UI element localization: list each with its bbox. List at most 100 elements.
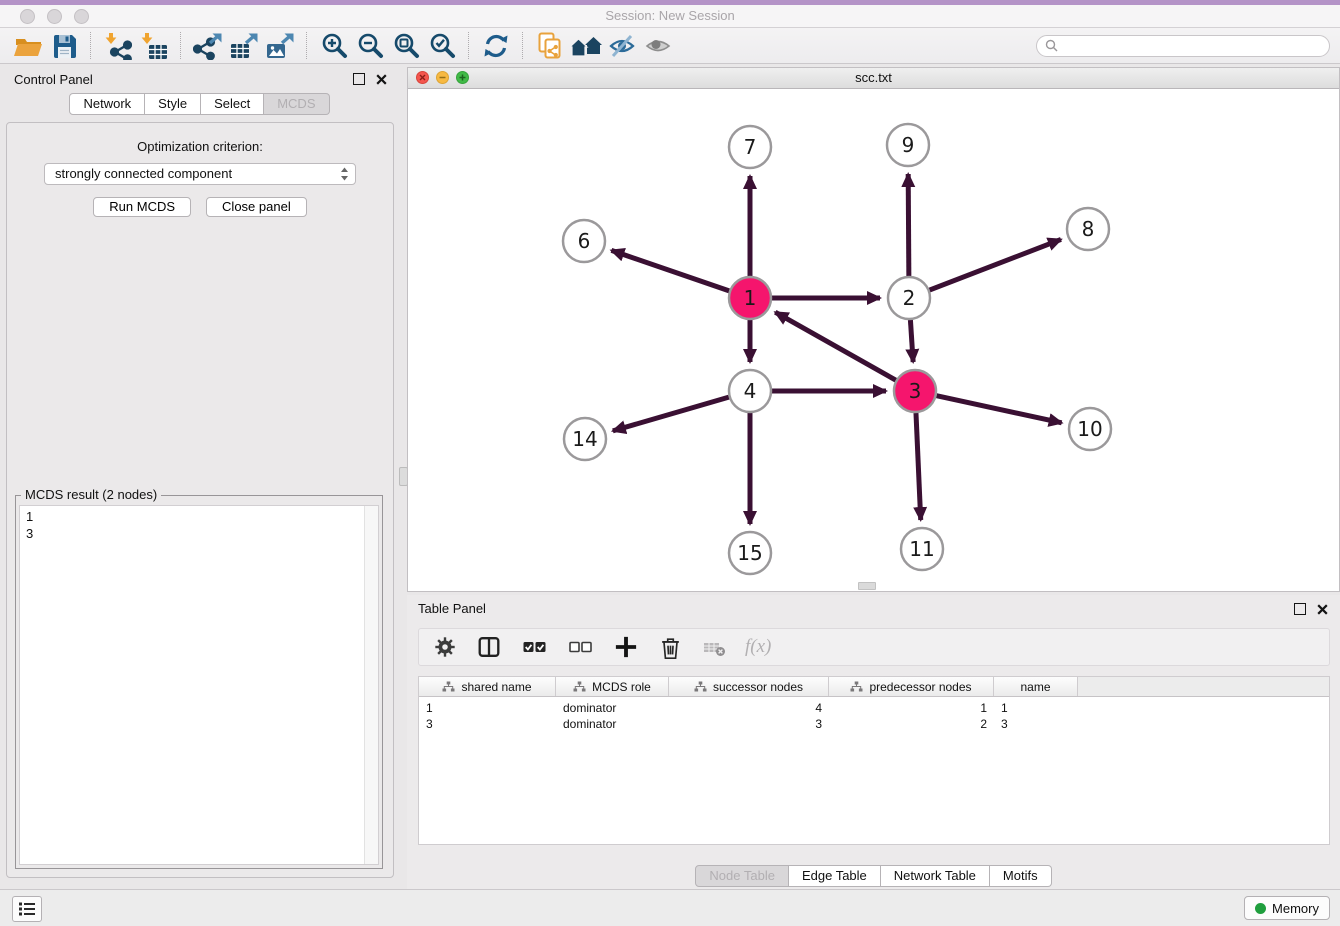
result-scrollbar[interactable]	[364, 506, 378, 864]
zoom-window-button[interactable]	[74, 9, 89, 24]
status-bar: Memory	[0, 889, 1340, 926]
window-controls[interactable]	[20, 9, 89, 24]
zoom-selected-button[interactable]	[424, 31, 460, 61]
graph-node-15[interactable]: 15	[729, 532, 771, 574]
graph-node-4[interactable]: 4	[729, 370, 771, 412]
graph-node-11[interactable]: 11	[901, 528, 943, 570]
tab-node-table[interactable]: Node Table	[695, 865, 789, 887]
minimize-network-icon[interactable]	[436, 71, 449, 84]
graph-node-3[interactable]: 3	[894, 370, 936, 412]
column-header-shared-name[interactable]: shared name	[419, 677, 556, 696]
table-cell[interactable]: 3	[419, 717, 556, 731]
canvas-resize-handle[interactable]	[858, 582, 876, 590]
delete-column-button[interactable]	[702, 632, 726, 662]
table-cell[interactable]: 2	[829, 717, 994, 731]
column-header-name[interactable]: name	[994, 677, 1078, 696]
tab-motifs[interactable]: Motifs	[990, 865, 1052, 887]
close-panel-icon[interactable]	[376, 74, 387, 85]
graph-node-10[interactable]: 10	[1069, 408, 1111, 450]
network-window-titlebar[interactable]: scc.txt	[408, 68, 1339, 89]
panel-divider[interactable]	[399, 63, 407, 890]
function-builder-button[interactable]: f(x)	[745, 632, 771, 662]
tab-style[interactable]: Style	[145, 93, 201, 115]
close-network-icon[interactable]	[416, 71, 429, 84]
graph-edge-1-6[interactable]	[611, 250, 729, 290]
export-network-button[interactable]	[190, 31, 226, 61]
maximize-network-icon[interactable]	[456, 71, 469, 84]
hide-visual-properties-button[interactable]	[604, 31, 640, 61]
trash-icon	[658, 634, 683, 661]
network-canvas[interactable]: 7 9 6 8 1 2 4 3 14 10 15 11	[408, 89, 1339, 591]
graph-edge-2-8[interactable]	[930, 239, 1061, 290]
refresh-view-button[interactable]	[478, 31, 514, 61]
delete-row-button[interactable]	[658, 632, 683, 662]
table-cell[interactable]: 4	[669, 701, 829, 715]
column-header-predecessor-nodes[interactable]: predecessor nodes	[829, 677, 994, 696]
import-network-button[interactable]	[100, 31, 136, 61]
column-header-successor-nodes[interactable]: successor nodes	[669, 677, 829, 696]
table-row[interactable]: 1dominator411	[419, 700, 1329, 716]
memory-button[interactable]: Memory	[1244, 896, 1330, 920]
table-row[interactable]: 3dominator323	[419, 716, 1329, 732]
show-visual-properties-button[interactable]	[640, 31, 676, 61]
network-graph[interactable]: 7 9 6 8 1 2 4 3 14 10 15 11	[408, 89, 1339, 591]
table-cell[interactable]: dominator	[556, 701, 669, 715]
graph-node-6[interactable]: 6	[563, 220, 605, 262]
criterion-select[interactable]: strongly connected component	[44, 163, 356, 185]
table-cell[interactable]: 1	[419, 701, 556, 715]
zoom-out-button[interactable]	[352, 31, 388, 61]
mcds-panel-body: Optimization criterion: strongly connect…	[6, 122, 394, 878]
table-cell[interactable]: dominator	[556, 717, 669, 731]
graph-node-7[interactable]: 7	[729, 126, 771, 168]
graph-node-8[interactable]: 8	[1067, 208, 1109, 250]
show-panels-button[interactable]	[12, 896, 42, 922]
import-table-icon	[140, 32, 168, 60]
graph-edge-3-1[interactable]	[775, 312, 896, 380]
graph-edge-4-14[interactable]	[613, 397, 729, 431]
add-row-button[interactable]	[613, 632, 639, 662]
table-cell[interactable]: 3	[669, 717, 829, 731]
graph-edge-3-10[interactable]	[936, 396, 1061, 423]
export-table-button[interactable]	[226, 31, 262, 61]
graph-edge-2-9[interactable]	[908, 174, 909, 276]
tab-mcds[interactable]: MCDS	[264, 93, 329, 115]
graph-edge-2-3[interactable]	[910, 320, 913, 362]
zoom-fit-button[interactable]	[388, 31, 424, 61]
select-all-columns-button[interactable]	[521, 632, 548, 662]
column-header-MCDS-role[interactable]: MCDS role	[556, 677, 669, 696]
tab-network-table[interactable]: Network Table	[881, 865, 990, 887]
close-panel-button[interactable]: Close panel	[206, 197, 307, 217]
graph-node-1[interactable]: 1	[729, 277, 771, 319]
float-table-panel-icon[interactable]	[1294, 603, 1306, 615]
open-session-button[interactable]	[10, 31, 46, 61]
zoom-in-button[interactable]	[316, 31, 352, 61]
float-panel-icon[interactable]	[353, 73, 365, 85]
search-input[interactable]	[1064, 38, 1321, 54]
close-table-panel-icon[interactable]	[1317, 604, 1328, 615]
clone-network-button[interactable]	[532, 31, 568, 61]
memory-label: Memory	[1272, 901, 1319, 916]
table-cell[interactable]: 3	[994, 717, 1078, 731]
table-options-button[interactable]	[433, 632, 457, 662]
svg-text:11: 11	[909, 537, 934, 561]
mcds-result-textarea[interactable]: 13	[19, 505, 379, 865]
table-cell[interactable]: 1	[994, 701, 1078, 715]
unselect-all-columns-button[interactable]	[567, 632, 594, 662]
graph-node-9[interactable]: 9	[887, 124, 929, 166]
graph-node-2[interactable]: 2	[888, 277, 930, 319]
import-table-button[interactable]	[136, 31, 172, 61]
tab-network[interactable]: Network	[69, 93, 145, 115]
tab-edge-table[interactable]: Edge Table	[789, 865, 881, 887]
close-window-button[interactable]	[20, 9, 35, 24]
column-view-button[interactable]	[476, 632, 502, 662]
tab-select[interactable]: Select	[201, 93, 264, 115]
graph-edge-3-11[interactable]	[916, 413, 921, 520]
export-image-button[interactable]	[262, 31, 298, 61]
home-layout-button[interactable]	[568, 31, 604, 61]
graph-node-14[interactable]: 14	[564, 418, 606, 460]
save-session-button[interactable]	[46, 31, 82, 61]
table-cell[interactable]: 1	[829, 701, 994, 715]
run-mcds-button[interactable]: Run MCDS	[93, 197, 191, 217]
search-field[interactable]	[1036, 35, 1330, 57]
minimize-window-button[interactable]	[47, 9, 62, 24]
